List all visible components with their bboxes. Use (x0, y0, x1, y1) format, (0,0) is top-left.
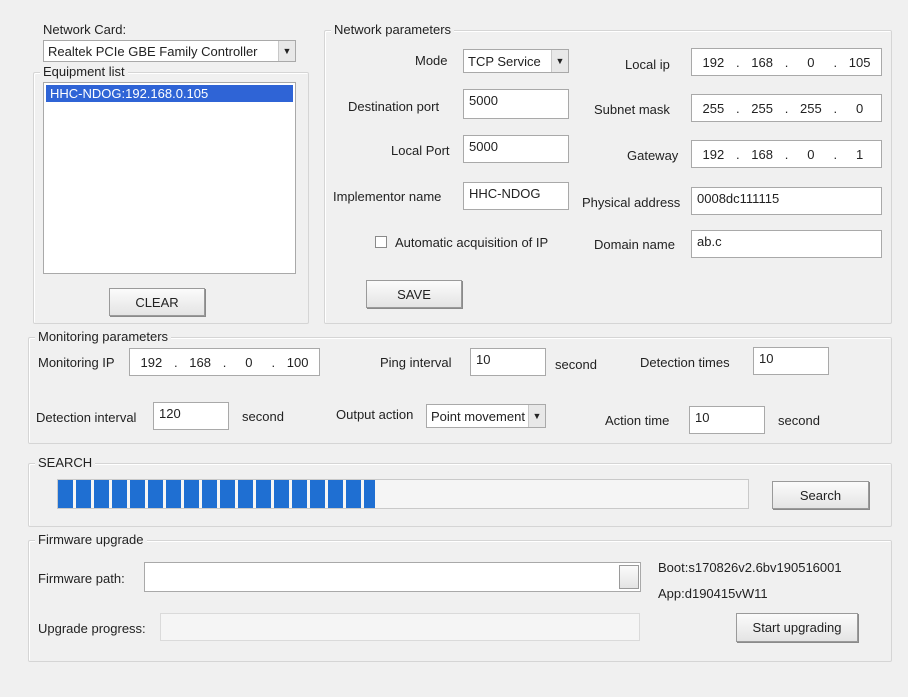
network-card-value: Realtek PCIe GBE Family Controller (48, 43, 258, 59)
ip-octet: 168 (189, 354, 211, 370)
start-upgrading-button[interactable]: Start upgrading (736, 613, 858, 642)
firmware-upgrade-group: Firmware upgrade (28, 532, 892, 662)
local-port-input[interactable]: 5000 (463, 135, 569, 163)
ip-octet: 0 (807, 146, 815, 162)
boot-version-text: Boot:s170826v2.6bv190516001 (658, 560, 842, 575)
ip-octet: 1 (856, 146, 864, 162)
mode-value: TCP Service (468, 53, 541, 69)
gateway-input[interactable]: 192. 168. 0. 1 (691, 140, 882, 168)
search-progress-bar (57, 479, 749, 509)
ip-octet: 255 (702, 100, 725, 116)
auto-acquisition-checkbox[interactable] (375, 236, 387, 248)
action-second-label: second (778, 413, 820, 428)
destination-port-label: Destination port (348, 99, 440, 114)
firmware-path-label: Firmware path: (38, 571, 125, 586)
ip-octet: 192 (702, 54, 725, 70)
detection-second-label: second (242, 409, 284, 424)
action-time-input[interactable]: 10 (689, 406, 765, 434)
implementor-name-label: Implementor name (333, 189, 442, 204)
destination-port-input[interactable]: 5000 (463, 89, 569, 119)
detection-interval-input[interactable]: 120 (153, 402, 229, 430)
browse-button[interactable] (619, 565, 639, 589)
local-port-label: Local Port (391, 143, 450, 158)
auto-acquisition-label: Automatic acquisition of IP (395, 235, 549, 250)
list-item[interactable]: HHC-NDOG:192.168.0.105 (46, 85, 293, 102)
physical-address-input[interactable]: 0008dc111115 (691, 187, 882, 215)
domain-name-input[interactable]: ab.c (691, 230, 882, 258)
ip-octet: 168 (751, 146, 773, 162)
search-title: SEARCH (35, 455, 96, 470)
app-version-text: App:d190415vW11 (658, 586, 768, 601)
subnet-mask-input[interactable]: 255. 255. 255. 0 (691, 94, 882, 122)
ip-octet: 192 (140, 354, 163, 370)
detection-interval-label: Detection interval (36, 410, 137, 425)
ip-octet: 105 (848, 54, 871, 70)
ip-octet: 168 (751, 54, 773, 70)
domain-name-label: Domain name (594, 237, 675, 252)
search-button[interactable]: Search (772, 481, 869, 509)
upgrade-progress-label: Upgrade progress: (38, 621, 146, 636)
equipment-list-title: Equipment list (40, 64, 128, 79)
ping-interval-input[interactable]: 10 (470, 348, 546, 376)
upgrade-progress-bar (160, 613, 640, 641)
ip-octet: 255 (751, 100, 773, 116)
ping-interval-label: Ping interval (380, 355, 452, 370)
monitoring-ip-label: Monitoring IP (38, 355, 115, 370)
save-button[interactable]: SAVE (366, 280, 462, 308)
gateway-label: Gateway (627, 148, 679, 163)
network-parameters-title: Network parameters (331, 22, 455, 37)
physical-address-label: Physical address (582, 195, 681, 210)
monitoring-ip-input[interactable]: 192. 168. 0. 100 (129, 348, 320, 376)
mode-label: Mode (415, 53, 448, 68)
clear-button[interactable]: CLEAR (109, 288, 205, 316)
output-action-value: Point movement (431, 408, 525, 424)
local-ip-input[interactable]: 192. 168. 0. 105 (691, 48, 882, 76)
chevron-down-icon[interactable]: ▼ (528, 405, 545, 427)
detection-times-label: Detection times (640, 355, 730, 370)
firmware-upgrade-title: Firmware upgrade (35, 532, 147, 547)
ip-octet: 0 (245, 354, 253, 370)
ip-octet: 0 (856, 100, 864, 116)
firmware-path-input[interactable] (144, 562, 641, 592)
network-card-label: Network Card: (43, 22, 127, 37)
ping-second-label: second (555, 357, 597, 372)
output-action-label: Output action (336, 407, 414, 422)
mode-select[interactable]: TCP Service ▼ (463, 49, 569, 73)
local-ip-label: Local ip (625, 57, 670, 72)
network-card-select[interactable]: Realtek PCIe GBE Family Controller ▼ (43, 40, 296, 62)
search-progress-fill (58, 480, 376, 508)
ip-octet: 255 (800, 100, 822, 116)
monitoring-parameters-title: Monitoring parameters (35, 329, 172, 344)
output-action-select[interactable]: Point movement ▼ (426, 404, 546, 428)
chevron-down-icon[interactable]: ▼ (278, 41, 295, 61)
ip-octet: 100 (286, 354, 309, 370)
equipment-listbox[interactable]: HHC-NDOG:192.168.0.105 (43, 82, 296, 274)
ip-octet: 0 (807, 54, 815, 70)
chevron-down-icon[interactable]: ▼ (551, 50, 568, 72)
detection-times-input[interactable]: 10 (753, 347, 829, 375)
subnet-mask-label: Subnet mask (594, 102, 670, 117)
implementor-name-input[interactable]: HHC-NDOG (463, 182, 569, 210)
ip-octet: 192 (702, 146, 725, 162)
action-time-label: Action time (605, 413, 670, 428)
